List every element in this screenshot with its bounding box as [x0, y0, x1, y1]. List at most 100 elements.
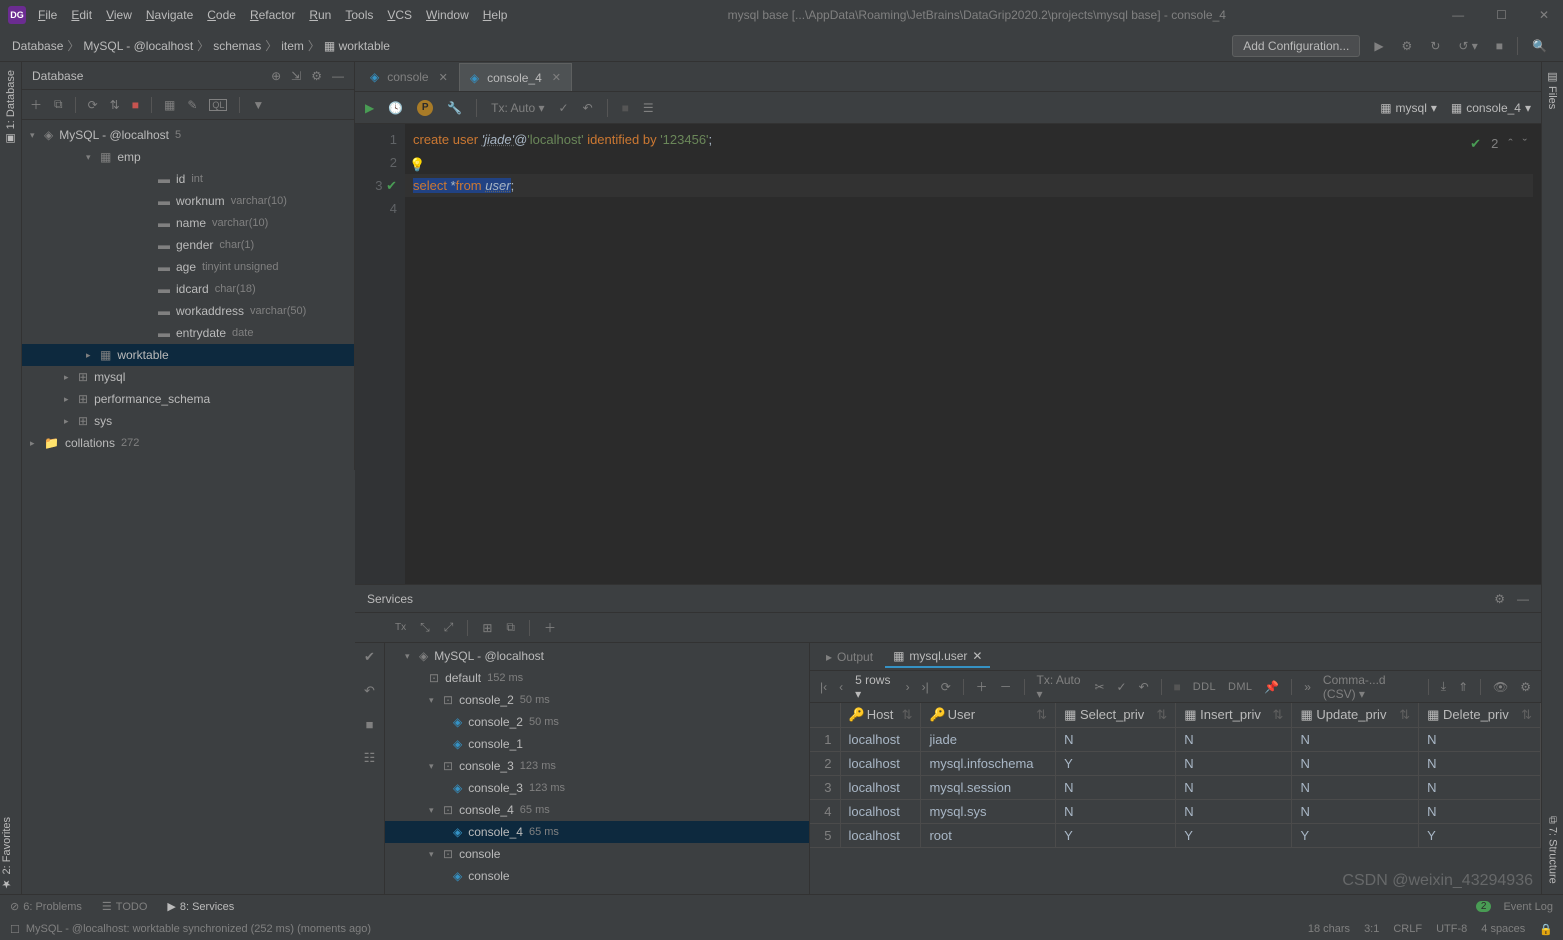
- settings-icon[interactable]: ⚙: [311, 69, 322, 83]
- service-item-default[interactable]: ⊡default152 ms: [385, 667, 809, 689]
- cell[interactable]: N: [1176, 800, 1292, 824]
- cell[interactable]: N: [1176, 776, 1292, 800]
- encoding[interactable]: UTF-8: [1436, 923, 1467, 935]
- cell[interactable]: Y: [1292, 824, 1419, 848]
- service-item-console_1[interactable]: ◈console_1: [385, 733, 809, 755]
- lock-icon[interactable]: 🔒: [1539, 923, 1553, 936]
- reload-icon[interactable]: ⟳: [941, 680, 951, 694]
- cell[interactable]: mysql.sys: [921, 800, 1056, 824]
- services-tab[interactable]: ▶ 8: Services: [167, 900, 234, 913]
- next-issue[interactable]: ˇ: [1523, 132, 1527, 155]
- cell[interactable]: mysql.infoschema: [921, 752, 1056, 776]
- stop-query-icon[interactable]: ■: [622, 101, 629, 115]
- table-view-icon[interactable]: ▦: [164, 98, 175, 112]
- tree-item-name[interactable]: ▬namevarchar(10): [22, 212, 354, 234]
- cell[interactable]: N: [1056, 800, 1176, 824]
- todo-tab[interactable]: ☰ TODO: [102, 900, 147, 913]
- sql-icon[interactable]: QL: [209, 99, 227, 111]
- tree-item-collations[interactable]: ▸📁collations272: [22, 432, 354, 454]
- collapse-icon[interactable]: ⇲: [291, 69, 301, 83]
- layout-icon[interactable]: ⧉: [506, 620, 515, 635]
- rerun-icon[interactable]: ↻: [1426, 37, 1444, 55]
- line-ending[interactable]: CRLF: [1393, 923, 1422, 935]
- tree-item-performance_schema[interactable]: ▸⊞performance_schema: [22, 388, 354, 410]
- revert-icon[interactable]: ✂: [1094, 680, 1104, 694]
- cell[interactable]: mysql.session: [921, 776, 1056, 800]
- indent[interactable]: 4 spaces: [1481, 923, 1525, 935]
- service-item-console_4[interactable]: ▾⊡console_465 ms: [385, 799, 809, 821]
- debug-icon[interactable]: ⚙: [1398, 37, 1417, 55]
- filter-icon[interactable]: ▼: [252, 98, 264, 112]
- tx-icon[interactable]: Tx: [395, 622, 406, 633]
- menu-view[interactable]: View: [106, 8, 132, 22]
- add-icon[interactable]: ＋: [30, 96, 42, 113]
- stop-icon[interactable]: ■: [132, 98, 139, 112]
- menu-refactor[interactable]: Refactor: [250, 8, 295, 22]
- tree-item-worktable[interactable]: ▸▦worktable: [22, 344, 354, 366]
- row-number[interactable]: 2: [810, 752, 840, 776]
- tree-item-worknum[interactable]: ▬worknumvarchar(10): [22, 190, 354, 212]
- service-item-console[interactable]: ▾⊡console: [385, 843, 809, 865]
- edit-icon[interactable]: ✎: [187, 98, 197, 112]
- grid-settings-icon[interactable]: ⚙: [1520, 680, 1531, 694]
- stop-action-icon[interactable]: ■: [366, 717, 374, 732]
- tree-item-workaddress[interactable]: ▬workaddressvarchar(50): [22, 300, 354, 322]
- cell[interactable]: Y: [1056, 752, 1176, 776]
- rollback-icon[interactable]: ↶: [583, 101, 593, 115]
- cell[interactable]: N: [1056, 776, 1176, 800]
- refresh-icon[interactable]: ⟳: [88, 98, 98, 112]
- commit-icon[interactable]: ✓: [1117, 680, 1127, 694]
- commit-icon[interactable]: ✓: [559, 101, 569, 115]
- tab-console[interactable]: ◈console✕: [359, 63, 459, 91]
- tree-item-MySQL-localhost[interactable]: ▾◈MySQL - @localhost5: [22, 124, 354, 146]
- cell[interactable]: Y: [1176, 824, 1292, 848]
- result-tab-mysql-user[interactable]: ▦mysql.user✕: [885, 646, 990, 668]
- schema-selector[interactable]: ▦ console_4 ▾: [1451, 101, 1531, 115]
- tree-item-sys[interactable]: ▸⊞sys: [22, 410, 354, 432]
- database-toolwindow-button[interactable]: ▣ 1: Database: [4, 70, 17, 145]
- close-icon[interactable]: ✕: [439, 71, 448, 84]
- cell[interactable]: N: [1292, 800, 1419, 824]
- column-header[interactable]: ▦ Update_priv ⇅: [1292, 703, 1419, 728]
- structure-toolwindow-button[interactable]: ⧉ 7: Structure: [1547, 816, 1559, 884]
- cursor-pos[interactable]: 3:1: [1364, 923, 1379, 935]
- breadcrumb[interactable]: item: [281, 39, 304, 53]
- cell[interactable]: N: [1176, 728, 1292, 752]
- event-log-tab[interactable]: Event Log: [1503, 901, 1553, 913]
- cell[interactable]: N: [1292, 776, 1419, 800]
- menu-tools[interactable]: Tools: [345, 8, 373, 22]
- row-number[interactable]: 3: [810, 776, 840, 800]
- cell[interactable]: localhost: [840, 752, 921, 776]
- breadcrumb[interactable]: MySQL - @localhost: [83, 39, 193, 53]
- service-item-MySQL-localhost[interactable]: ▾◈MySQL - @localhost: [385, 645, 809, 667]
- cell[interactable]: localhost: [840, 728, 921, 752]
- cell[interactable]: N: [1419, 728, 1541, 752]
- tab-console_4[interactable]: ◈console_4✕: [459, 63, 572, 91]
- cell[interactable]: N: [1292, 728, 1419, 752]
- add-row-icon[interactable]: ＋: [976, 678, 988, 695]
- menu-edit[interactable]: Edit: [71, 8, 92, 22]
- breadcrumb[interactable]: ▦ worktable: [324, 39, 390, 53]
- column-header[interactable]: ▦ Insert_priv ⇅: [1176, 703, 1292, 728]
- menu-run[interactable]: Run: [309, 8, 331, 22]
- column-header[interactable]: ▦ Delete_priv ⇅: [1419, 703, 1541, 728]
- problems-tab[interactable]: ⊘ 6: Problems: [10, 900, 82, 913]
- cell[interactable]: N: [1176, 752, 1292, 776]
- tree-item-id[interactable]: ▬idint: [22, 168, 354, 190]
- result-grid[interactable]: 🔑Host ⇅🔑User ⇅▦ Select_priv ⇅▦ Insert_pr…: [810, 703, 1541, 894]
- cell[interactable]: N: [1292, 752, 1419, 776]
- explain-icon[interactable]: ☰: [643, 101, 654, 115]
- cell[interactable]: N: [1419, 800, 1541, 824]
- stop-icon[interactable]: ↺ ▾: [1454, 37, 1481, 55]
- cell[interactable]: localhost: [840, 824, 921, 848]
- prev-issue[interactable]: ˆ: [1508, 132, 1512, 155]
- add-configuration-button[interactable]: Add Configuration...: [1232, 35, 1360, 57]
- tx-mode[interactable]: Tx: Auto ▾: [1037, 673, 1083, 701]
- row-count[interactable]: 5 rows ▾: [855, 673, 893, 701]
- column-header[interactable]: 🔑User ⇅: [921, 703, 1056, 728]
- row-number[interactable]: 1: [810, 728, 840, 752]
- dml-button[interactable]: DML: [1228, 681, 1252, 693]
- menu-file[interactable]: File: [38, 8, 57, 22]
- sync-icon[interactable]: ⇅: [110, 98, 120, 112]
- pin-icon[interactable]: 📌: [1264, 680, 1279, 694]
